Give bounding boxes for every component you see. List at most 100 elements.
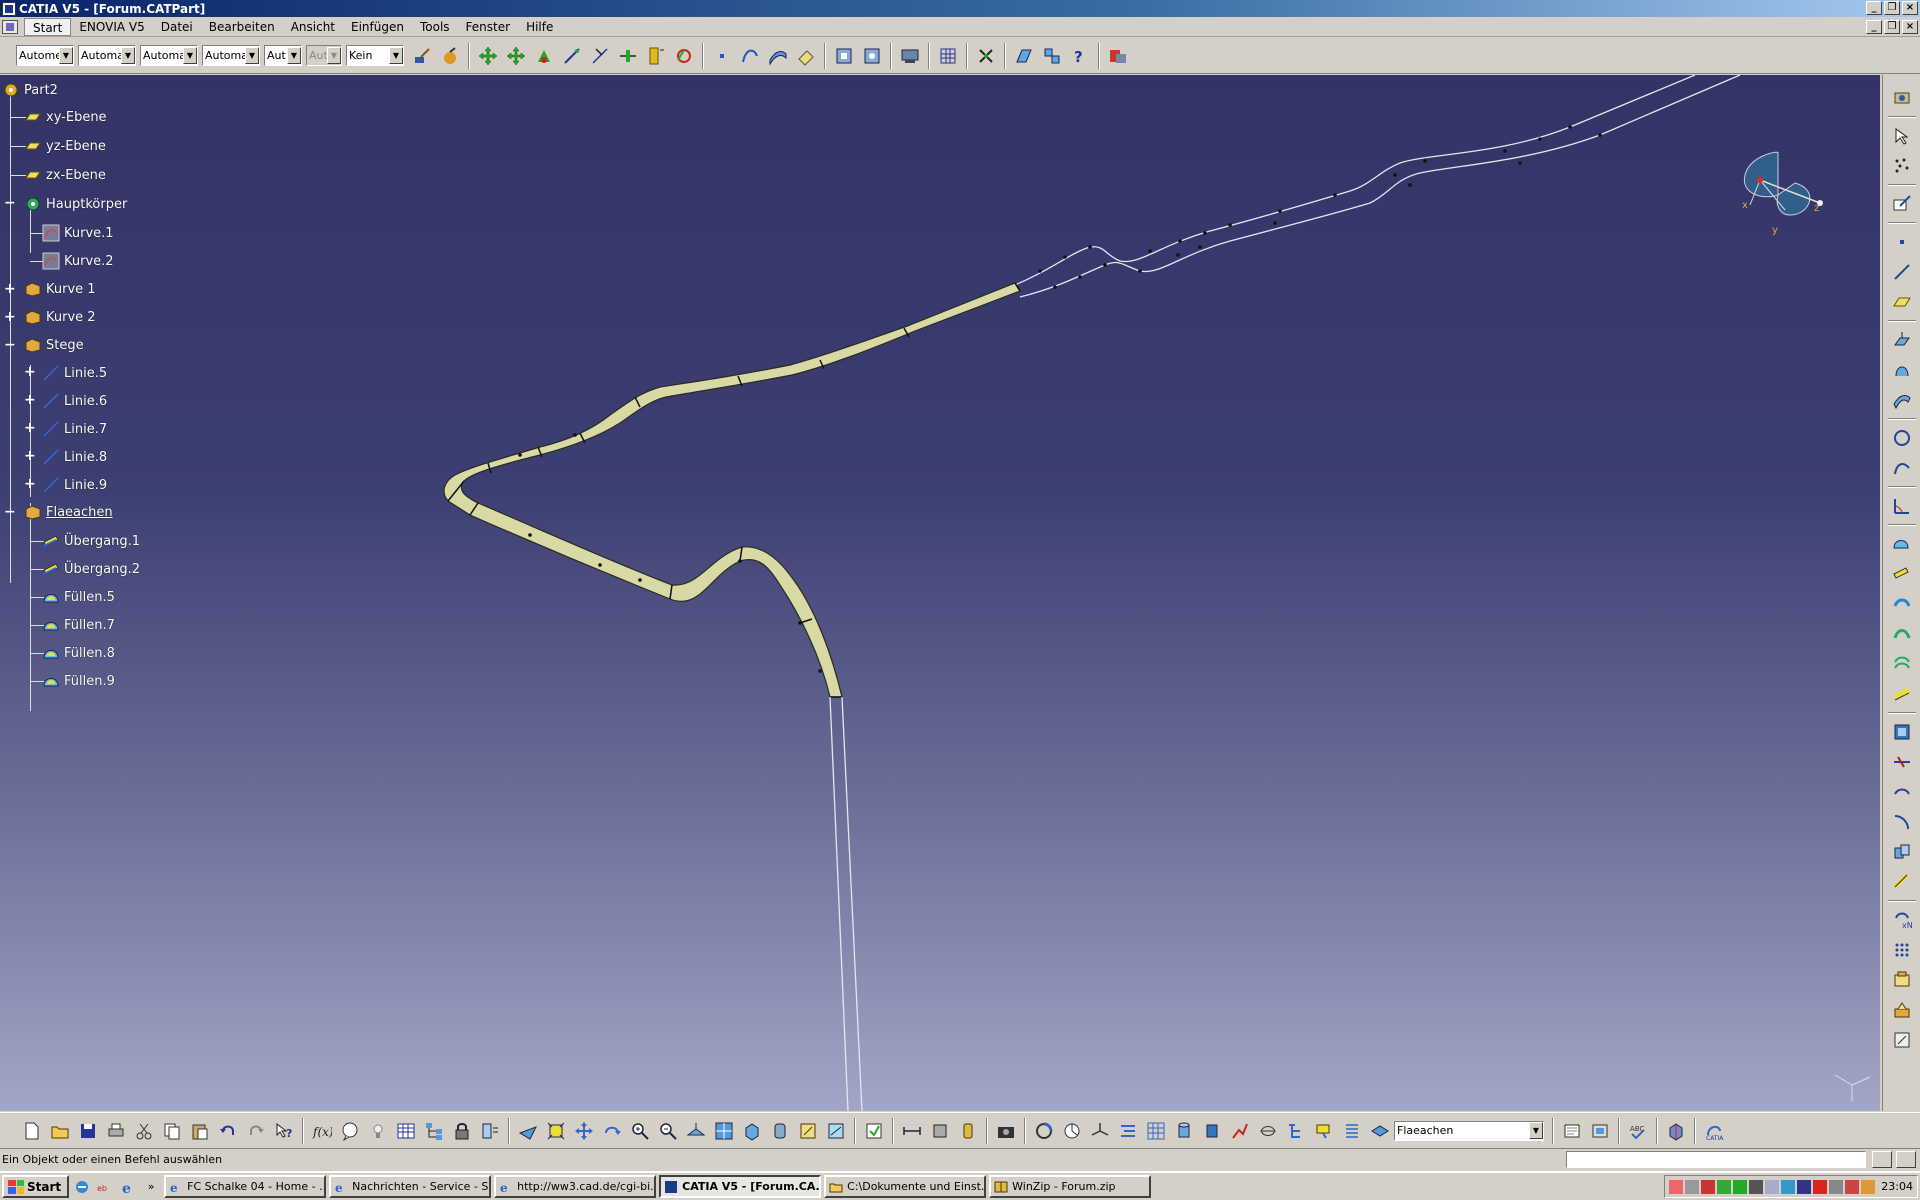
catalog-icon[interactable] [1106,44,1130,68]
multi-section-icon[interactable] [1890,622,1914,646]
lock-icon[interactable] [450,1119,474,1143]
tray-icon-5[interactable] [1733,1179,1748,1194]
tray-icon-12[interactable] [1845,1179,1860,1194]
corner-icon[interactable] [1890,494,1914,518]
spline-icon[interactable] [738,44,762,68]
offset-icon[interactable] [1890,592,1914,616]
zoom-in-icon[interactable] [628,1119,652,1143]
line-tool-icon[interactable] [1890,260,1914,284]
cut-icon[interactable] [132,1119,156,1143]
spin-icon[interactable] [1032,1119,1056,1143]
measure-tool-icon[interactable] [1890,1028,1914,1052]
material-icon[interactable] [1664,1119,1688,1143]
plane-tool-icon[interactable] [1890,290,1914,314]
menu-hilfe[interactable]: Hilfe [518,18,561,36]
plane-icon[interactable] [1012,44,1036,68]
collapse-flaeachen[interactable]: − [4,505,16,519]
power-input-field[interactable] [1566,1151,1866,1168]
sketcher-icon[interactable] [1890,192,1914,216]
fit-all-icon[interactable] [544,1119,568,1143]
menu-start[interactable]: Start [24,17,72,36]
geometry-scene[interactable] [0,75,1880,1111]
line-type-combo[interactable]: Automa ▼ [202,45,260,66]
tray-icon-8[interactable] [1781,1179,1796,1194]
new-file-icon[interactable] [20,1119,44,1143]
tree-structure-icon[interactable] [422,1119,446,1143]
3d-viewport[interactable]: Part2 xy-Ebene yz-Ebene zx-Ebene − Haupt… [0,75,1880,1111]
restore-button[interactable]: ❐ [1884,1,1900,15]
task-cad-de[interactable]: e http://ww3.cad.de/cgi-bi... [494,1175,657,1198]
constraint-icon[interactable] [1228,1119,1252,1143]
tree-item-linie-6[interactable]: Linie.6 [42,390,107,412]
capture-icon[interactable] [994,1119,1018,1143]
spline-tool-icon[interactable] [1890,456,1914,480]
menu-tools[interactable]: Tools [412,18,458,36]
extract-icon[interactable] [1890,780,1914,804]
measure-inertia-icon[interactable] [956,1119,980,1143]
point-icon[interactable] [532,44,556,68]
menu-datei[interactable]: Datei [153,18,201,36]
tree-item-hauptkoerper[interactable]: Hauptkörper [24,193,127,215]
update-icon[interactable] [862,1119,886,1143]
catalog-browser-icon[interactable] [1890,968,1914,992]
healing-icon[interactable] [1890,720,1914,744]
knowledge-icon[interactable] [1890,998,1914,1022]
tree-item-kurve-2-set[interactable]: Kurve 2 [24,306,96,328]
layer-filter-combo[interactable]: Kein ▼ [346,45,404,66]
undo-icon[interactable] [216,1119,240,1143]
tree-item-flaeachen[interactable]: Flaeachen [24,501,113,523]
iso-view-icon[interactable] [740,1119,764,1143]
remove-icon[interactable] [672,44,696,68]
tree-item-stege[interactable]: Stege [24,334,84,356]
tray-icon-7[interactable] [1765,1179,1780,1194]
internet-explorer-quicklaunch-icon[interactable]: e [118,1177,138,1197]
tree-item-fuellen-5[interactable]: Füllen.5 [42,586,115,608]
task-nachrichten[interactable]: e Nachrichten - Service - S... [329,1175,492,1198]
loft-icon[interactable] [1890,652,1914,676]
paint-brush-icon[interactable] [410,44,434,68]
filled-ribbon-surface[interactable] [443,282,1021,698]
property-icon[interactable] [1560,1119,1584,1143]
surface-icon[interactable] [766,44,790,68]
task-explorer-folder[interactable]: C:\Dokumente und Einst... [824,1175,987,1198]
line-icon[interactable] [560,44,584,68]
multi-view-icon[interactable] [712,1119,736,1143]
menu-ansicht[interactable]: Ansicht [283,18,343,36]
tree-item-kurve-1-set[interactable]: Kurve 1 [24,278,96,300]
task-fc-schalke[interactable]: e FC Schalke 04 - Home - ... [164,1175,327,1198]
transparency-combo[interactable]: Automa ▼ [78,45,136,66]
extrude-icon[interactable] [1890,328,1914,352]
select-arrow-icon[interactable] [1890,124,1914,148]
paste-icon[interactable] [188,1119,212,1143]
fill-tool-icon[interactable] [1890,532,1914,556]
compass-widget[interactable]: x y z [1730,145,1840,235]
doc-restore-button[interactable]: ❐ [1884,20,1900,34]
tree-item-kurve-1-sketch[interactable]: Kurve.1 [42,222,114,244]
swap-space-icon[interactable] [824,1119,848,1143]
translate-icon[interactable] [504,44,528,68]
tube-icon[interactable] [1200,1119,1224,1143]
wireframe-icon[interactable] [1256,1119,1280,1143]
list-icon[interactable] [1340,1119,1364,1143]
rotate-icon[interactable] [1060,1119,1084,1143]
blend-tool-icon[interactable] [1890,562,1914,586]
zoom-out-icon[interactable] [656,1119,680,1143]
pattern-icon[interactable]: xN [1890,908,1914,932]
scatter-icon[interactable] [1890,154,1914,178]
tree-item-uebergang-1[interactable]: Übergang.1 [42,530,140,552]
task-winzip[interactable]: WinZip - Forum.zip [989,1175,1152,1198]
tray-icon-9[interactable] [1797,1179,1812,1194]
tree-item-xy-ebene[interactable]: xy-Ebene [24,106,107,128]
start-button[interactable]: Start [2,1175,70,1198]
upper-curve-1[interactable] [1009,75,1696,288]
expand-linie-9[interactable]: + [24,477,36,491]
split-icon[interactable] [1890,750,1914,774]
tree-item-fuellen-7[interactable]: Füllen.7 [42,614,115,636]
grid-pattern-icon[interactable] [1890,938,1914,962]
fillet-icon[interactable] [1890,810,1914,834]
circle-icon[interactable] [1890,426,1914,450]
expand-kurve-1[interactable]: + [4,282,16,296]
tray-clock[interactable]: 23:04 [1881,1180,1913,1193]
expand-linie-5[interactable]: + [24,365,36,379]
tree-item-zx-ebene[interactable]: zx-Ebene [24,164,106,186]
